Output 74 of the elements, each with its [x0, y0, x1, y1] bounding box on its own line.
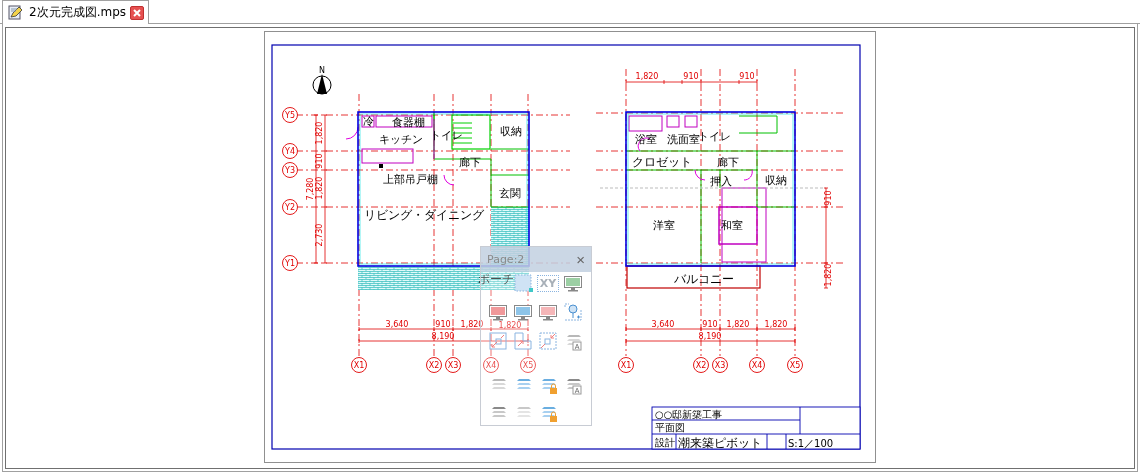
grid-bubble: X3 — [712, 357, 728, 373]
room-label: 浴室 — [635, 133, 657, 146]
corner-arrow-icon — [513, 331, 533, 351]
grid-bubble: X1 — [351, 357, 367, 373]
dimension-label: 1,820 — [824, 263, 833, 287]
close-button[interactable] — [130, 5, 144, 20]
north-label: N — [319, 66, 325, 75]
dimension-label: 1,820 — [498, 321, 522, 330]
dimension-label: 8,190 — [698, 332, 722, 341]
document-tab[interactable]: 2次元完成図.mps — [2, 0, 149, 24]
room-label: 廊下 — [459, 156, 481, 169]
tab-title: 2次元完成図.mps — [29, 4, 126, 21]
drawing-name: 平面図 — [655, 422, 685, 433]
dimension-label: 8,190 — [431, 332, 455, 341]
grid-bubble: X5 — [520, 357, 536, 373]
designer-label: 設計 — [655, 437, 675, 448]
dimension-label: 910 — [824, 190, 833, 206]
grid-bubble: X2 — [693, 357, 709, 373]
room-label: キッチン — [379, 133, 423, 146]
room-label: バルコニー — [674, 272, 734, 286]
zoom-in-button[interactable] — [487, 330, 509, 352]
dimension-label: 910 — [315, 153, 324, 169]
grid-bubble: Y1 — [282, 255, 298, 271]
zoom-window-icon — [488, 331, 508, 351]
dimension-label: 1,820 — [315, 176, 324, 200]
hatched-square-icon — [513, 273, 533, 293]
zoom-button[interactable] — [562, 301, 584, 323]
grid-bubble: X4 — [483, 357, 499, 373]
close-button[interactable]: × — [574, 252, 587, 267]
drawing-scale: S:1／100 — [788, 438, 834, 449]
grid-bubble: X4 — [749, 357, 765, 373]
grid-bubble: Y2 — [282, 199, 298, 215]
dimension-label: 7,280 — [306, 177, 315, 201]
dimension-label: 3,640 — [651, 320, 675, 329]
palette-title: Page:2 — [487, 253, 525, 266]
project-name: ○○邸新築工事 — [655, 409, 723, 420]
grid-bubble: X1 — [618, 357, 634, 373]
dimension-label: 910 — [702, 320, 718, 329]
dimension-label: 910 — [683, 72, 699, 81]
dimension-label: 910 — [739, 72, 755, 81]
grid-bubble: X2 — [426, 357, 442, 373]
dimension-label: 2,730 — [315, 223, 324, 247]
zoom-out-button[interactable] — [537, 330, 559, 352]
dimension-label: 1,820 — [460, 320, 484, 329]
dimension-label: 910 — [435, 320, 451, 329]
grid-bubble: Y5 — [282, 107, 298, 123]
corner-button[interactable] — [512, 330, 534, 352]
room-label: 収納 — [500, 125, 522, 138]
shrink-arrows-icon — [538, 331, 558, 351]
room-label: 冷 — [362, 115, 374, 128]
room-label: 食器棚 — [391, 116, 425, 129]
room-label: クロゼット — [632, 155, 692, 169]
dimension-label: 1,820 — [635, 72, 659, 81]
room-label: トイレ — [429, 129, 463, 142]
dimension-label: 1,820 — [315, 121, 324, 145]
dimension-label: 1,820 — [726, 320, 750, 329]
room-label: 廊下 — [717, 156, 739, 169]
grid-bubble: X5 — [787, 357, 803, 373]
magnifier-icon — [563, 302, 583, 322]
designer-name: 潮来築ピボット — [678, 435, 762, 450]
document-pencil-icon — [7, 3, 25, 22]
room-label: リビング・ダイニング — [364, 208, 484, 222]
room-label: 玄関 — [499, 187, 521, 200]
grid-bubble: Y4 — [282, 143, 298, 159]
dimension-label: 1,820 — [764, 320, 788, 329]
room-label: 上部吊戸棚 — [382, 173, 438, 186]
room-label: 和室 — [721, 219, 743, 232]
grid-bubble: X3 — [445, 357, 461, 373]
dimension-label: 3,640 — [385, 320, 409, 329]
room-label: 収納 — [765, 174, 787, 187]
room-label: 洋室 — [653, 219, 675, 232]
room-label: 押入 — [710, 175, 732, 188]
hatch-button[interactable] — [512, 272, 534, 294]
grid-bubble: Y3 — [282, 162, 298, 178]
